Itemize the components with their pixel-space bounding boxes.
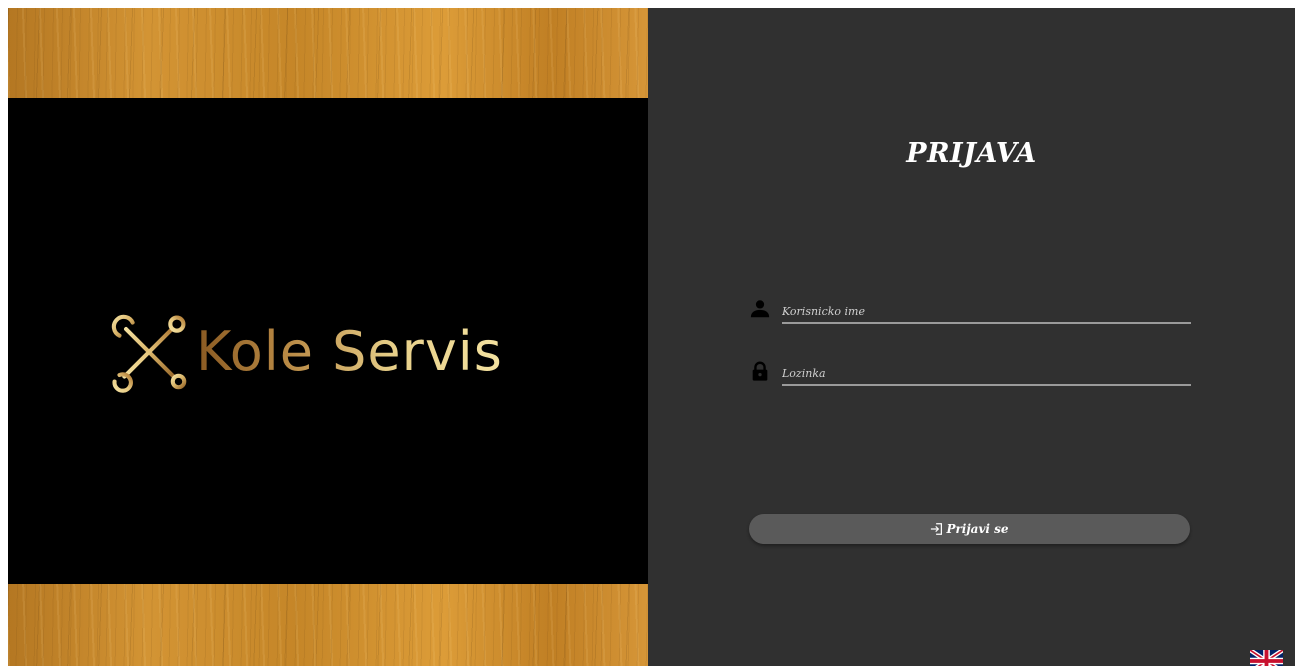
language-switch[interactable] bbox=[1250, 650, 1283, 666]
user-icon bbox=[750, 300, 770, 318]
brand-name: Kole Servis bbox=[196, 320, 503, 383]
login-title: PRIJAVA bbox=[906, 138, 1037, 169]
lock-icon bbox=[752, 361, 768, 381]
crossed-wrenches-icon bbox=[111, 314, 187, 393]
wood-texture-top bbox=[8, 8, 648, 98]
username-input[interactable] bbox=[782, 300, 1191, 324]
login-panel: PRIJAVA Prijavi se bbox=[648, 8, 1295, 666]
login-button-label: Prijavi se bbox=[946, 522, 1009, 536]
password-field bbox=[749, 356, 1191, 390]
uk-flag-icon bbox=[1250, 650, 1283, 666]
sign-in-icon bbox=[931, 523, 943, 535]
password-input[interactable] bbox=[782, 362, 1191, 386]
login-page: Kole Servis PRIJAVA Korisnicko ime Prija… bbox=[0, 0, 1295, 666]
login-button[interactable]: Prijavi se bbox=[749, 514, 1190, 544]
brand-panel: Kole Servis bbox=[8, 8, 648, 666]
wood-texture-bottom bbox=[8, 584, 648, 666]
username-field bbox=[749, 294, 1191, 328]
brand-logo: Kole Servis bbox=[108, 308, 503, 396]
